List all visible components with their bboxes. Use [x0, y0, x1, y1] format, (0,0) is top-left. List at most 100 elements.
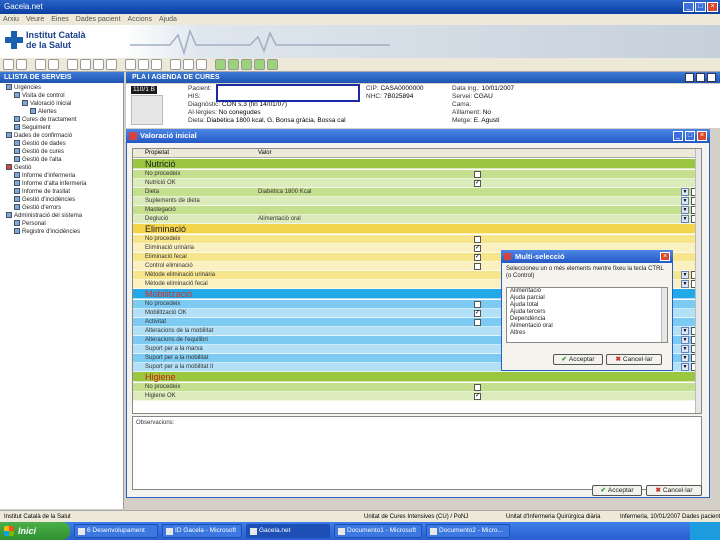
row-checkbox[interactable] [474, 301, 481, 308]
toolbar-nav-go-icon[interactable] [267, 59, 278, 70]
row-checkbox[interactable] [474, 319, 481, 326]
multi-select-list[interactable]: Alimentació Ajuda parcial Ajuda total Aj… [506, 287, 668, 343]
row-checkbox[interactable]: ✓ [474, 180, 481, 187]
list-item[interactable]: Dependència [507, 316, 667, 323]
minimize-button[interactable]: _ [683, 2, 694, 12]
tree-item[interactable]: Informe de trasllat [0, 188, 124, 196]
toolbar-print-icon[interactable] [35, 59, 46, 70]
toolbar-search-icon[interactable] [67, 59, 78, 70]
chevron-down-icon[interactable]: ▼ [681, 271, 689, 279]
list-item[interactable]: Ajuda tercers [507, 309, 667, 316]
table-row[interactable]: No procedeix [133, 383, 701, 392]
table-row[interactable]: Deglució Alimentació oral ▼ [133, 215, 701, 224]
cancel-button[interactable]: ✖ Cancel·lar [646, 485, 702, 496]
taskbar-item[interactable]: ID Gacela - Microsoft [162, 524, 242, 538]
toolbar-help-icon[interactable] [196, 59, 207, 70]
chevron-down-icon[interactable]: ▼ [681, 206, 689, 214]
multi-cancel-button[interactable]: ✖ Cancel·lar [606, 354, 662, 365]
toolbar-nav-prev-icon[interactable] [228, 59, 239, 70]
observations-field[interactable]: Observacions: [132, 416, 702, 490]
chevron-down-icon[interactable]: ▼ [681, 188, 689, 196]
table-row[interactable]: Mastegació ▼ [133, 206, 701, 215]
panel-refresh-icon[interactable] [696, 73, 705, 82]
chevron-down-icon[interactable]: ▼ [681, 327, 689, 335]
list-item[interactable]: Alimentació oral [507, 323, 667, 330]
tree-item[interactable]: Gestió de dades [0, 140, 124, 148]
row-checkbox[interactable] [474, 171, 481, 178]
panel-close-icon[interactable] [707, 73, 716, 82]
tree-item[interactable]: Gestió d'incidències [0, 196, 124, 204]
chevron-down-icon[interactable]: ▼ [681, 336, 689, 344]
multi-select-close-button[interactable]: × [660, 252, 670, 261]
tree-item[interactable]: Gestió [0, 164, 124, 172]
row-checkbox[interactable]: ✓ [474, 393, 481, 400]
accept-button[interactable]: ✔ Acceptar [592, 485, 642, 496]
toolbar-tools-icon[interactable] [183, 59, 194, 70]
table-row[interactable]: Higiene OK ✓ [133, 392, 701, 401]
tree-item[interactable]: Registre d'incidències [0, 228, 124, 236]
tree-item[interactable]: Urgències [0, 84, 124, 92]
toolbar-back-icon[interactable] [3, 59, 14, 70]
close-button[interactable]: × [707, 2, 718, 12]
list-item[interactable]: Altres [507, 330, 667, 337]
toolbar-nav-next-icon[interactable] [241, 59, 252, 70]
taskbar-item-active[interactable]: Gacela.net [246, 524, 330, 538]
toolbar-save-icon[interactable] [48, 59, 59, 70]
table-row[interactable]: No procedeix [133, 235, 701, 244]
taskbar-item[interactable]: Documento1 - Microsoft [334, 524, 422, 538]
toolbar-doc-icon[interactable] [151, 59, 162, 70]
menu-item-ajuda[interactable]: Ajuda [159, 14, 177, 25]
tree-item[interactable]: Valoració inicial [0, 100, 124, 108]
start-button[interactable]: Inici [0, 522, 70, 540]
tree-item[interactable]: Gestió d'errors [0, 204, 124, 212]
menu-item-arxiu[interactable]: Arxiu [3, 14, 19, 25]
chevron-down-icon[interactable]: ▼ [681, 345, 689, 353]
toolbar-nav-last-icon[interactable] [254, 59, 265, 70]
chevron-down-icon[interactable]: ▼ [681, 354, 689, 362]
maximize-button[interactable]: □ [695, 2, 706, 12]
tree-item[interactable]: Gestió de cures [0, 148, 124, 156]
tree-item[interactable]: Informe d'infermeria [0, 172, 124, 180]
row-checkbox[interactable] [474, 263, 481, 270]
list-item[interactable]: Ajuda total [507, 302, 667, 309]
toolbar-calendar-icon[interactable] [106, 59, 117, 70]
toolbar-refresh-icon[interactable] [138, 59, 149, 70]
tree-item[interactable]: Visita de control [0, 92, 124, 100]
table-row[interactable]: Nutrició OK ✓ [133, 179, 701, 188]
tree-item[interactable]: Dades de confirmació [0, 132, 124, 140]
chevron-down-icon[interactable]: ▼ [681, 197, 689, 205]
table-row[interactable]: No procedeix [133, 170, 701, 179]
chevron-down-icon[interactable]: ▼ [681, 215, 689, 223]
dialog-maximize-button[interactable]: □ [685, 131, 695, 141]
toolbar-patient-icon[interactable] [80, 59, 91, 70]
toolbar-list-icon[interactable] [93, 59, 104, 70]
row-checkbox[interactable] [474, 236, 481, 243]
taskbar-item[interactable]: 6 Desenvolupament [74, 524, 158, 538]
tree-item[interactable]: Gestió de l'alta [0, 156, 124, 164]
tree-item[interactable]: Cures de tractament [0, 116, 124, 124]
row-checkbox[interactable]: ✓ [474, 254, 481, 261]
row-checkbox[interactable]: ✓ [474, 310, 481, 317]
multi-accept-button[interactable]: ✔ Acceptar [553, 354, 603, 365]
list-item[interactable]: Alimentació [507, 288, 667, 295]
multi-select-scrollbar[interactable] [661, 288, 667, 342]
dialog-close-button[interactable]: × [697, 131, 707, 141]
row-checkbox[interactable] [474, 384, 481, 391]
toolbar-config-icon[interactable] [170, 59, 181, 70]
table-row[interactable]: Dieta Diabètica 1800 Kcal ▼ [133, 188, 701, 197]
taskbar-item[interactable]: Documento2 - Micro... [426, 524, 510, 538]
toolbar-report-icon[interactable] [125, 59, 136, 70]
dialog-minimize-button[interactable]: _ [673, 131, 683, 141]
tree-item[interactable]: Seguiment [0, 124, 124, 132]
toolbar-forward-icon[interactable] [16, 59, 27, 70]
tree-item[interactable]: Personal [0, 220, 124, 228]
table-row[interactable]: Suplements de dieta ▼ [133, 197, 701, 206]
tree-item[interactable]: Informe d'alta infermeria [0, 180, 124, 188]
chevron-down-icon[interactable]: ▼ [681, 363, 689, 371]
panel-print-icon[interactable] [685, 73, 694, 82]
toolbar-nav-first-icon[interactable] [215, 59, 226, 70]
menu-item-accions[interactable]: Accions [128, 14, 153, 25]
row-checkbox[interactable]: ✓ [474, 245, 481, 252]
grid-scrollbar[interactable] [695, 149, 701, 413]
tree-item[interactable]: Alertes [0, 108, 124, 116]
